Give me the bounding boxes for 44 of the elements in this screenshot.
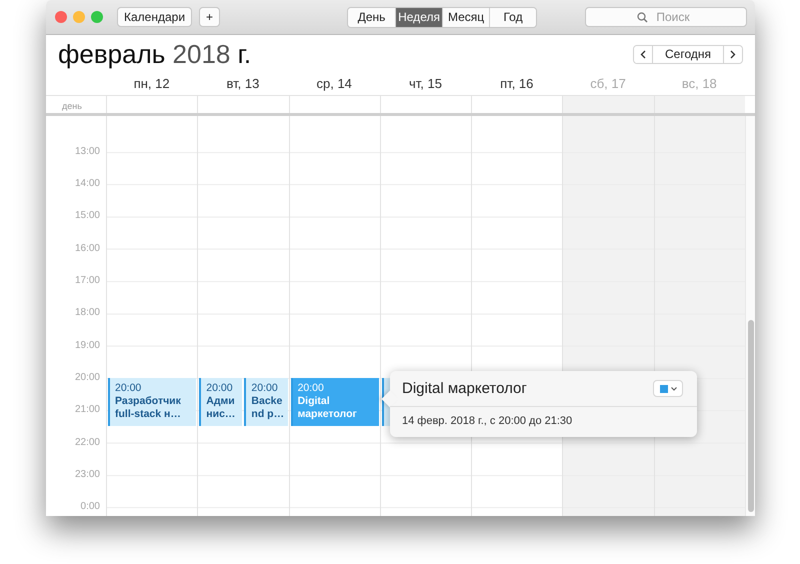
hour-label: 20:00 xyxy=(74,370,101,385)
chevron-right-icon xyxy=(730,50,736,58)
popover-title: Digital маркетолог xyxy=(402,380,527,397)
hour-label: 14:00 xyxy=(74,177,101,192)
search-field[interactable]: Поиск xyxy=(585,7,747,27)
day-header: пн, 12 xyxy=(132,76,171,90)
hour-label: 17:00 xyxy=(74,274,101,288)
view-tab[interactable]: День xyxy=(348,8,396,26)
chevron-down-icon xyxy=(670,386,676,390)
hour-label: 16:00 xyxy=(74,242,101,256)
hour-label: 21:00 xyxy=(74,403,101,418)
event-details: 14 февр. 2018 г., с 20:00 до 21:30 xyxy=(402,415,572,427)
add-button[interactable]: + xyxy=(199,7,220,27)
hour-label: 22:00 xyxy=(74,436,101,450)
event-block[interactable]: 20:00 Разработчик full-stack н… xyxy=(108,378,196,426)
scrollbar[interactable] xyxy=(744,116,755,516)
view-tab[interactable]: Год xyxy=(489,8,536,26)
hour-label: 19:00 xyxy=(74,338,101,353)
day-header: вт, 13 xyxy=(226,76,260,90)
day-header: сб, 17 xyxy=(589,76,627,90)
hour-label: 13:00 xyxy=(74,144,101,159)
day-header: вс, 18 xyxy=(680,76,718,90)
zoom-button[interactable] xyxy=(91,11,103,23)
event-block[interactable]: 20:00 Backend p… xyxy=(244,378,288,426)
hour-label: 15:00 xyxy=(74,209,101,224)
minimize-button[interactable] xyxy=(73,11,85,23)
all-day-label: день xyxy=(61,101,82,111)
hour-label: 0:00 xyxy=(80,500,101,514)
close-button[interactable] xyxy=(55,11,67,23)
hour-label: 18:00 xyxy=(74,306,101,320)
search-icon xyxy=(637,12,648,23)
day-header: пт, 16 xyxy=(499,76,534,90)
view-tab[interactable]: Месяц xyxy=(442,8,490,26)
month-title: февраль 2018 г. xyxy=(58,38,252,70)
day-header: ср, 14 xyxy=(315,76,353,90)
next-button[interactable] xyxy=(723,46,742,62)
calendar-color-button[interactable] xyxy=(653,380,683,397)
calendars-button[interactable]: Календари xyxy=(117,7,192,27)
day-header: чт, 15 xyxy=(408,76,443,90)
view-tab[interactable]: Неделя xyxy=(395,8,442,26)
chevron-left-icon xyxy=(640,50,646,58)
hour-label: 23:00 xyxy=(74,468,101,482)
color-swatch xyxy=(660,384,668,392)
event-block[interactable]: 20:00 Админис… xyxy=(199,378,242,426)
